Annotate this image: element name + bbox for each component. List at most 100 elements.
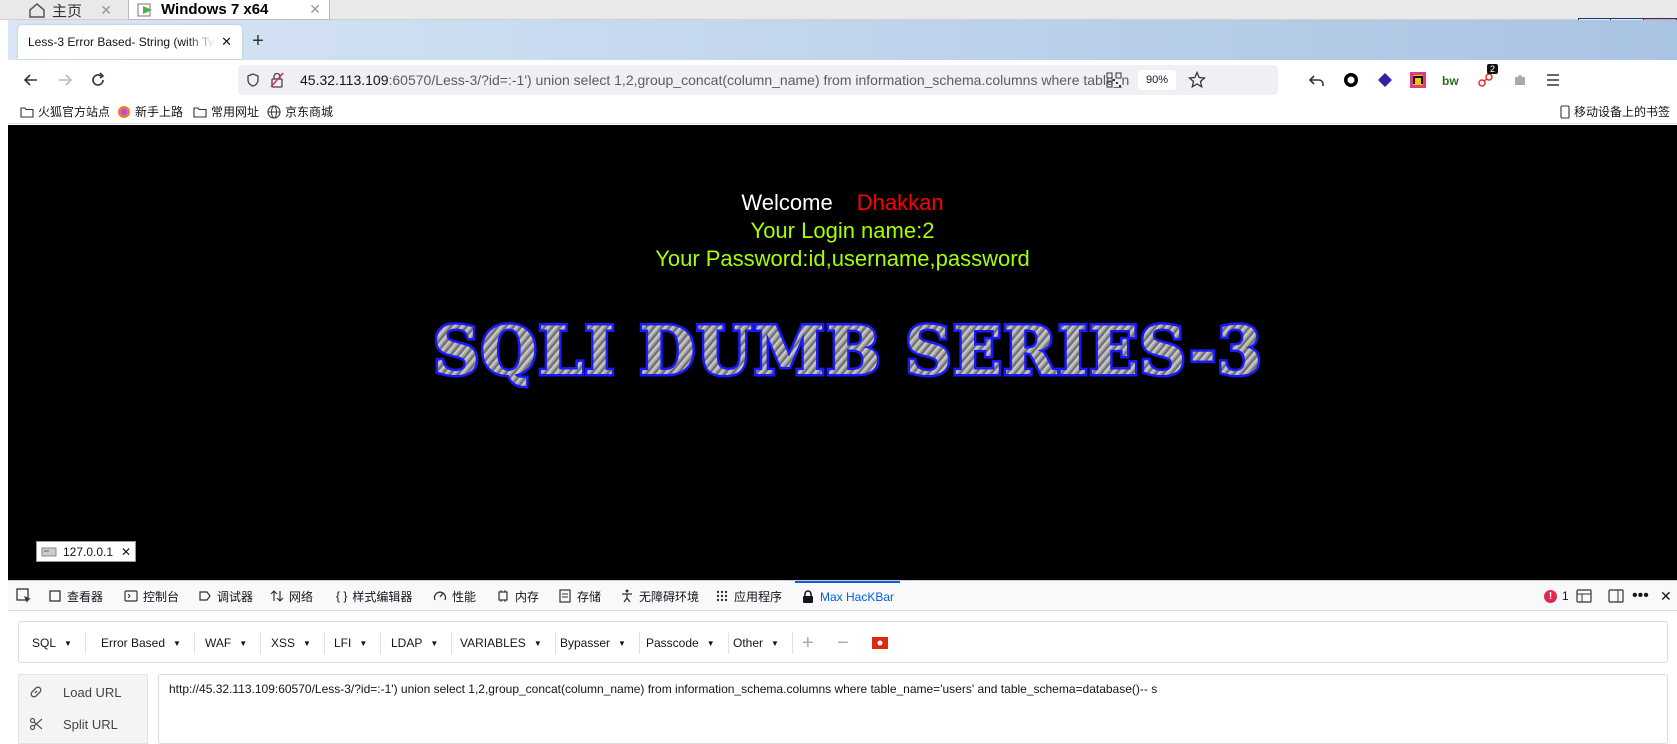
caret-down-icon: ▼ [303, 638, 311, 648]
hackbar-menu-sql[interactable]: SQL ▼ [19, 632, 86, 654]
hackbar-menu-passcode[interactable]: Passcode ▼ [633, 632, 729, 654]
extension-badge: 2 [1487, 64, 1499, 74]
bw-extension-button[interactable]: bw [1439, 68, 1465, 92]
hackbar-url-input[interactable]: http://45.32.113.109:60570/Less-3/?id=:-… [158, 674, 1668, 744]
menu-button[interactable] [1540, 68, 1566, 92]
bookmark-item[interactable]: 新手上路 [117, 103, 183, 120]
ring-icon [1344, 73, 1358, 87]
hackbar-menu-waf[interactable]: WAF ▼ [192, 632, 262, 654]
insecure-lock-icon[interactable] [270, 72, 284, 88]
shield-icon[interactable] [246, 73, 260, 87]
qr-code-icon[interactable] [1106, 72, 1122, 88]
browser-tab-active[interactable]: Less-3 Error Based- String (with Twist) … [18, 25, 242, 59]
address-bar[interactable]: 45.32.113.109:60570/Less-3/?id=:-1') uni… [238, 65, 1278, 95]
url-host: 45.32.113.109 [300, 72, 389, 88]
devtools-tab-network[interactable]: 网络 [270, 581, 313, 611]
menu-label: Other [733, 636, 764, 650]
devtools-tab-console[interactable]: 控制台 [124, 581, 179, 611]
welcome-line: Welcome Dhakkan [8, 190, 1677, 216]
bookmark-item[interactable]: 火狐官方站点 [20, 103, 110, 120]
url-text[interactable]: 45.32.113.109:60570/Less-3/?id=:-1') uni… [300, 72, 1130, 88]
puzzle-icon [1515, 75, 1525, 85]
hackbar-menu-lfi[interactable]: LFI ▼ [321, 632, 382, 654]
close-devtools-icon[interactable]: ✕ [1660, 581, 1672, 611]
hackbar-menu-bypasser[interactable]: Bypasser ▼ [547, 632, 640, 654]
back-button[interactable] [18, 68, 44, 92]
more-options-icon[interactable]: ••• [1632, 581, 1649, 611]
bookmark-star-icon[interactable] [1188, 71, 1206, 89]
bookmark-item[interactable]: 常用网址 [193, 103, 259, 120]
split-url-button[interactable]: Split URL [19, 709, 149, 739]
cookie-extension-button[interactable]: 2 [1473, 64, 1499, 92]
devtools-tab-application[interactable]: 应用程序 [715, 581, 782, 611]
firefox-icon [118, 105, 130, 118]
new-tab-button[interactable]: + [246, 29, 270, 53]
zoom-level[interactable]: 90% [1138, 70, 1176, 90]
error-counter[interactable]: ! 1 [1544, 581, 1569, 611]
banner-text: SQLI DUMB SERIES-3 [433, 312, 1263, 390]
tab-label: 内存 [515, 589, 540, 604]
devtools-tab-style-editor[interactable]: { } 样式编辑器 [336, 581, 412, 611]
ip-text: 127.0.0.1 [63, 544, 114, 559]
accessibility-icon [622, 589, 632, 603]
devtools-tab-inspector[interactable]: 查看器 [48, 581, 103, 611]
dock-button[interactable] [1608, 581, 1624, 611]
tab-label: 存储 [577, 589, 602, 604]
hamburger-menu-icon [1547, 74, 1559, 86]
lock-icon [803, 590, 813, 603]
split-console-button[interactable] [1576, 581, 1592, 611]
bookmark-item[interactable]: 京东商城 [267, 103, 333, 120]
tab-close-icon[interactable]: ✕ [221, 34, 232, 50]
vm-play-icon [137, 3, 152, 16]
hong-kong-flag-icon[interactable] [859, 632, 901, 654]
arrow-left-icon [23, 74, 37, 86]
ip-popup[interactable]: 127.0.0.1 ✕ [36, 541, 136, 562]
close-icon[interactable]: ✕ [309, 1, 321, 18]
devtools-tab-performance[interactable]: 性能 [433, 581, 476, 611]
devtools-tab-storage[interactable]: 存储 [558, 581, 601, 611]
close-icon[interactable]: ✕ [121, 545, 131, 559]
forward-button[interactable] [52, 68, 78, 92]
bookmarks-toolbar: 火狐官方站点 新手上路 常用网址 京东商城 移动设备上的书签 [8, 100, 1677, 124]
tab-label: Max HacKBar [820, 590, 895, 604]
element-picker-button[interactable] [16, 581, 32, 611]
split-url-label: Split URL [63, 716, 118, 732]
undo-icon [1309, 75, 1324, 86]
tab-label: 无障碍环境 [639, 589, 700, 604]
devtools-tab-debugger[interactable]: 调试器 [198, 581, 253, 611]
hackbar-menu-xss[interactable]: XSS ▼ [258, 632, 325, 654]
devtools-tab-accessibility[interactable]: 无障碍环境 [620, 581, 699, 611]
remove-icon[interactable]: − [824, 632, 862, 654]
reload-button[interactable] [85, 68, 111, 92]
hackbar-menu-bar: SQL ▼ Error Based ▼ WAF ▼ XSS ▼ LFI ▼ LDAP ▼ V… [18, 621, 1668, 663]
m-extension-button[interactable] [1405, 68, 1431, 92]
host-tab-vm[interactable]: Windows 7 x64 ✕ [128, 0, 330, 20]
browser-tab-bar: Less-3 Error Based- String (with Twist) … [8, 20, 1677, 60]
hackbar-menu-other[interactable]: Other ▼ [720, 632, 793, 654]
host-tab-home[interactable]: 主页 ✕ [20, 0, 120, 20]
menu-label: Passcode [646, 636, 699, 650]
error-count: 1 [1562, 589, 1569, 603]
devtools-tab-memory[interactable]: 内存 [496, 581, 539, 611]
menu-label: WAF [205, 636, 232, 650]
devtools-tab-hackbar[interactable]: Max HacKBar [795, 581, 901, 611]
error-icon: ! [1544, 589, 1557, 603]
circle-extension-button[interactable] [1338, 68, 1364, 92]
close-icon[interactable]: ✕ [100, 2, 112, 19]
mobile-bookmarks[interactable]: 移动设备上的书签 [1560, 103, 1670, 120]
picker-icon [16, 588, 31, 603]
undo-extension-button[interactable] [1304, 68, 1330, 92]
hackbar-menu-error-based[interactable]: Error Based ▼ [88, 632, 195, 654]
bookmark-label: 常用网址 [211, 105, 260, 119]
hackbar-menu-variables[interactable]: VARIABLES ▼ [447, 632, 556, 654]
load-url-button[interactable]: Load URL [19, 677, 149, 707]
inspector-icon [49, 590, 61, 602]
welcome-name: Dhakkan [856, 190, 944, 215]
menu-label: Bypasser [560, 636, 611, 650]
add-icon[interactable]: + [789, 632, 827, 654]
layers-extension-button[interactable] [1372, 68, 1398, 92]
hackbar-menu-ldap[interactable]: LDAP ▼ [378, 632, 453, 654]
puzzle-extension-button[interactable] [1507, 68, 1533, 92]
series-banner: SQLI DUMB SERIES-3 [431, 310, 1265, 390]
storage-icon [559, 589, 571, 603]
